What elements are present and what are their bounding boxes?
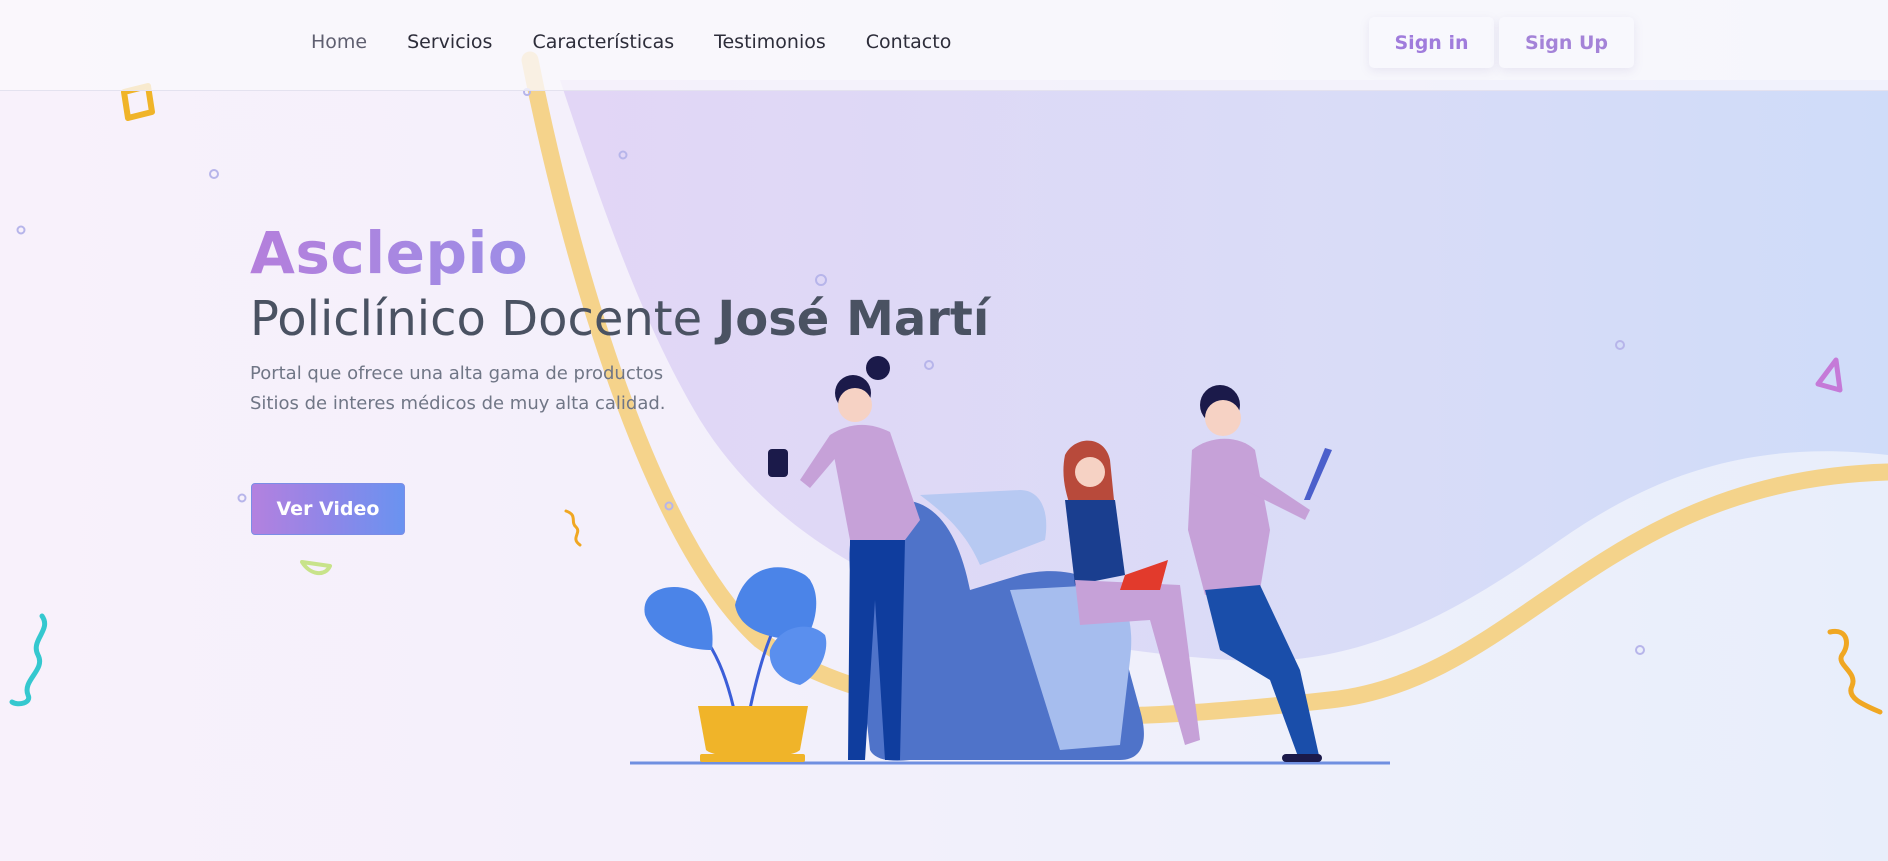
hero-subtitle-bold: José Martí (717, 291, 990, 347)
dot-circle (16, 225, 26, 235)
dot-circle (1635, 645, 1645, 655)
hero-description: Portal que ofrece una alta gama de produ… (250, 359, 989, 419)
nav-link-contacto[interactable]: Contacto (866, 31, 952, 53)
nav-link-home[interactable]: Home (311, 31, 367, 53)
orange-small-squiggle (564, 509, 582, 547)
nav-links: Home Servicios Características Testimoni… (311, 0, 951, 84)
nav-link-testimonios[interactable]: Testimonios (714, 31, 826, 53)
sitting-man-figure (1188, 385, 1332, 762)
dot-circle (209, 169, 219, 179)
top-navbar: Home Servicios Características Testimoni… (0, 0, 1888, 91)
nav-link-servicios[interactable]: Servicios (407, 31, 492, 53)
dot-circle (237, 493, 247, 503)
hero-title: Asclepio (250, 219, 529, 287)
sign-in-button[interactable]: Sign in (1369, 17, 1494, 68)
hero-description-line-2: Sitios de interes médicos de muy alta ca… (250, 393, 666, 414)
teal-squiggle-confetti (9, 613, 47, 707)
hero-section: Asclepio Policlínico Docente José Martí … (250, 218, 989, 419)
nav-link-caracteristicas[interactable]: Características (532, 31, 674, 53)
hero-subtitle: Policlínico Docente José Martí (250, 288, 989, 350)
hero-description-line-1: Portal que ofrece una alta gama de produ… (250, 363, 664, 384)
orange-squiggle-confetti (1827, 628, 1883, 715)
page-background: Home Servicios Características Testimoni… (0, 0, 1888, 861)
auth-buttons: Sign in Sign Up (1369, 17, 1634, 68)
hero-subtitle-regular: Policlínico Docente (250, 291, 718, 347)
green-halfmoon-confetti (300, 560, 332, 575)
ver-video-button[interactable]: Ver Video (251, 483, 405, 535)
potted-plant (644, 567, 827, 762)
sign-up-button[interactable]: Sign Up (1499, 17, 1634, 68)
